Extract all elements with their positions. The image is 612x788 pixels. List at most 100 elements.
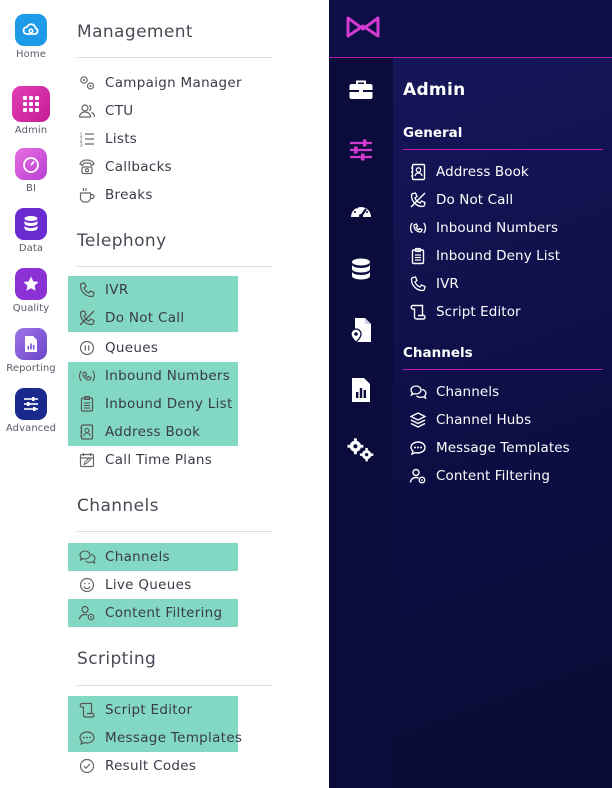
pause-circle-icon	[78, 339, 96, 357]
section-title-channels: Channels	[77, 496, 159, 516]
gauge-icon	[15, 148, 47, 180]
phone-icon	[409, 275, 427, 293]
app-rail: Home Admin BI Data Quality Reporting Adv…	[0, 0, 62, 788]
comments-icon	[409, 383, 427, 401]
group-title-channels: Channels	[403, 345, 473, 361]
cogs-icon[interactable]	[347, 436, 375, 464]
briefcase-icon[interactable]	[347, 76, 375, 104]
phone-slash-icon	[78, 309, 96, 327]
clipboard-list-icon	[78, 395, 96, 413]
divider	[77, 57, 272, 58]
menu-item-channels[interactable]: Channels	[68, 543, 238, 571]
users-icon	[78, 102, 96, 120]
menu-item-live-queues[interactable]: Live Queues	[68, 571, 238, 599]
menu-item-ivr[interactable]: IVR	[68, 276, 238, 304]
menu-item-label: Call Time Plans	[105, 452, 213, 468]
phone-icon	[78, 158, 96, 176]
rail-item-advanced[interactable]: Advanced	[0, 388, 62, 434]
coffee-icon	[78, 186, 96, 204]
panel-item-message-templates[interactable]: Message Templates	[409, 436, 570, 460]
address-book-icon	[78, 423, 96, 441]
menu-item-label: Inbound Numbers	[105, 368, 231, 384]
section-title-scripting: Scripting	[77, 649, 157, 669]
panel-item-address-book[interactable]: Address Book	[409, 160, 529, 184]
rail-label: Reporting	[6, 363, 56, 374]
panel-item-script-editor[interactable]: Script Editor	[409, 300, 521, 324]
admin-menu: Management Campaign Manager CTU 123 List…	[62, 0, 329, 788]
layers-icon	[409, 411, 427, 429]
phone-slash-icon	[409, 191, 427, 209]
panel-item-channel-hubs[interactable]: Channel Hubs	[409, 408, 531, 432]
panel-item-label: Inbound Deny List	[436, 248, 561, 264]
smile-icon	[78, 576, 96, 594]
menu-item-lists[interactable]: 123 Lists	[68, 125, 238, 153]
star-icon	[15, 268, 47, 300]
menu-item-label: Content Filtering	[105, 605, 223, 621]
panel-item-ivr[interactable]: IVR	[409, 272, 459, 296]
panel-item-content-filtering[interactable]: Content Filtering	[409, 464, 550, 488]
highlight-group: Inbound Numbers Inbound Deny List Addres…	[68, 362, 238, 446]
rail-label: Data	[18, 243, 44, 254]
panel-item-label: Content Filtering	[436, 468, 550, 484]
divider	[77, 685, 272, 686]
menu-item-label: Address Book	[105, 424, 201, 440]
rail-item-admin[interactable]: Admin	[0, 86, 62, 136]
phone-icon	[78, 281, 96, 299]
menu-item-breaks[interactable]: Breaks	[68, 181, 238, 209]
panel-item-label: Script Editor	[436, 304, 521, 320]
check-circle-icon	[78, 757, 96, 775]
menu-item-content-filtering[interactable]: Content Filtering	[68, 599, 238, 627]
report-icon[interactable]	[347, 376, 375, 404]
rail-item-bi[interactable]: BI	[0, 148, 62, 194]
comments-icon	[78, 548, 96, 566]
panel-item-channels[interactable]: Channels	[409, 380, 499, 404]
menu-item-callbacks[interactable]: Callbacks	[68, 153, 238, 181]
database-icon[interactable]	[347, 256, 375, 284]
comment-dots-icon	[78, 729, 96, 747]
menu-item-result-codes[interactable]: Result Codes	[68, 752, 238, 780]
admin-panel-dark: Admin General Address Book Do Not Call I…	[329, 0, 612, 788]
panel-item-inbound-deny-list[interactable]: Inbound Deny List	[409, 244, 560, 268]
menu-item-label: Script Editor	[105, 702, 193, 718]
panel-item-do-not-call[interactable]: Do Not Call	[409, 188, 513, 212]
gauge-icon[interactable]	[347, 196, 375, 224]
grid-icon	[12, 86, 50, 122]
menu-item-inbound-numbers[interactable]: Inbound Numbers	[78, 362, 230, 390]
file-location-icon[interactable]	[347, 316, 375, 344]
scroll-icon	[409, 303, 427, 321]
panel-item-label: Inbound Numbers	[436, 220, 559, 236]
clipboard-list-icon	[409, 247, 427, 265]
menu-item-label: Channels	[105, 549, 170, 565]
menu-item-campaign-manager[interactable]: Campaign Manager	[68, 69, 242, 97]
menu-item-do-not-call[interactable]: Do Not Call	[68, 304, 238, 332]
divider	[403, 149, 603, 150]
menu-item-ctu[interactable]: CTU	[68, 97, 238, 125]
menu-item-label: Message Templates	[105, 730, 243, 746]
rail-item-quality[interactable]: Quality	[0, 268, 62, 314]
menu-item-queues[interactable]: Queues	[68, 334, 238, 362]
panel-title: Admin	[403, 80, 466, 100]
rail-label: BI	[25, 183, 36, 194]
menu-item-label: Queues	[105, 340, 159, 356]
menu-item-address-book[interactable]: Address Book	[78, 418, 200, 446]
comment-dots-icon	[409, 439, 427, 457]
app-root: Home Admin BI Data Quality Reporting Adv…	[0, 0, 612, 788]
panel-item-inbound-numbers[interactable]: Inbound Numbers	[409, 216, 558, 240]
rail-item-data[interactable]: Data	[0, 208, 62, 254]
rail-label: Home	[16, 49, 46, 60]
menu-item-call-time-plans[interactable]: Call Time Plans	[68, 446, 238, 474]
brand-logo-icon[interactable]	[346, 15, 380, 43]
menu-item-label: Breaks	[105, 187, 153, 203]
menu-item-message-templates[interactable]: Message Templates	[68, 724, 242, 752]
rail-item-reporting[interactable]: Reporting	[0, 328, 62, 374]
divider	[403, 369, 603, 370]
gears-icon	[78, 74, 96, 92]
section-title-telephony: Telephony	[77, 231, 167, 251]
report-icon	[15, 328, 47, 360]
menu-item-label: Callbacks	[105, 159, 173, 175]
menu-item-inbound-deny-list[interactable]: Inbound Deny List	[78, 390, 233, 418]
rail-item-home[interactable]: Home	[0, 14, 62, 60]
cloud-icon	[15, 14, 47, 46]
menu-item-script-editor[interactable]: Script Editor	[68, 696, 238, 724]
sliders-icon[interactable]	[347, 136, 375, 164]
